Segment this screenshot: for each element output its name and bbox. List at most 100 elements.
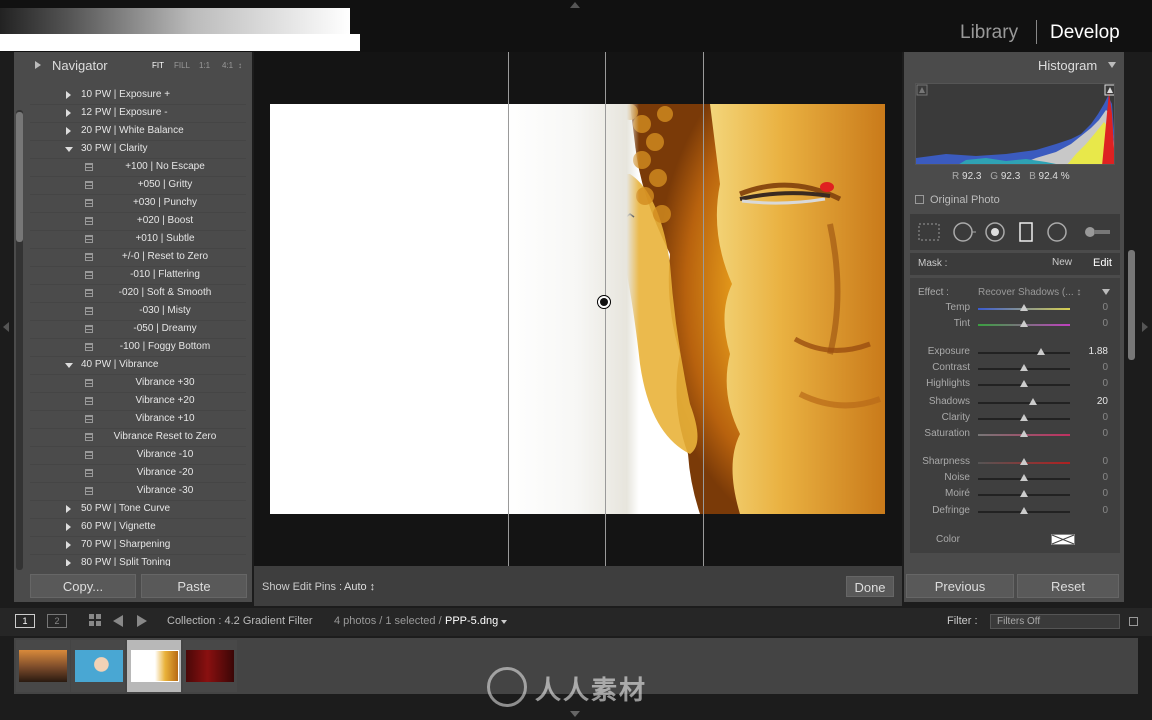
histogram-title[interactable]: Histogram	[1038, 58, 1097, 73]
previous-button[interactable]: Previous	[906, 574, 1014, 598]
top-panel-toggle-arrow[interactable]	[570, 2, 580, 8]
bottom-panel-toggle-arrow[interactable]	[570, 711, 580, 717]
preset-folder[interactable]: 12 PW | Exposure -	[30, 104, 246, 123]
folder-collapsed-icon[interactable]	[66, 559, 71, 566]
preset-item[interactable]: -020 | Soft & Smooth	[30, 284, 246, 303]
thumbnail-sunset[interactable]	[19, 650, 67, 682]
preset-folder[interactable]: 60 PW | Vignette	[30, 518, 246, 537]
next-photo-icon[interactable]	[137, 615, 147, 627]
slider-track[interactable]	[978, 402, 1070, 404]
folder-expanded-icon[interactable]	[65, 147, 73, 152]
thumbnail-red-scene[interactable]	[186, 650, 234, 682]
preset-item[interactable]: +/-0 | Reset to Zero	[30, 248, 246, 267]
thumbnail-buddha[interactable]	[131, 650, 179, 682]
navigator-title[interactable]: Navigator	[52, 58, 108, 73]
preset-folder[interactable]: 80 PW | Split Toning	[30, 554, 246, 566]
preset-folder[interactable]: 50 PW | Tone Curve	[30, 500, 246, 519]
slider-value[interactable]: 0	[1078, 488, 1108, 499]
previous-photo-icon[interactable]	[113, 615, 123, 627]
histogram-graph[interactable]	[915, 83, 1115, 165]
folder-collapsed-icon[interactable]	[66, 523, 71, 531]
folder-collapsed-icon[interactable]	[66, 541, 71, 549]
preset-item[interactable]: +020 | Boost	[30, 212, 246, 231]
preset-item[interactable]: -030 | Misty	[30, 302, 246, 321]
filter-select[interactable]: Filters Off	[990, 614, 1120, 629]
right-panel-scrollbar[interactable]	[1128, 250, 1135, 360]
slider-thumb[interactable]	[1020, 458, 1028, 465]
preset-folder[interactable]: 30 PW | Clarity	[30, 140, 246, 159]
preset-item[interactable]: -010 | Flattering	[30, 266, 246, 285]
preset-folder[interactable]: 20 PW | White Balance	[30, 122, 246, 141]
folder-collapsed-icon[interactable]	[66, 91, 71, 99]
slider-thumb[interactable]	[1020, 490, 1028, 497]
zoom-more-icon[interactable]: ↕	[238, 61, 242, 70]
zoom-fit[interactable]: FIT	[152, 61, 164, 70]
page-2-button[interactable]: 2	[47, 614, 67, 628]
right-panel-toggle-arrow[interactable]	[1142, 322, 1148, 332]
preset-item[interactable]: +030 | Punchy	[30, 194, 246, 213]
histogram-collapse-icon[interactable]	[1108, 62, 1116, 68]
slider-value[interactable]: 0	[1078, 362, 1108, 373]
slider-value[interactable]: 0	[1078, 412, 1108, 423]
module-develop[interactable]: Develop	[1050, 22, 1120, 44]
filter-lock-icon[interactable]	[1129, 617, 1138, 626]
folder-expanded-icon[interactable]	[65, 363, 73, 368]
slider-thumb[interactable]	[1029, 398, 1038, 405]
preset-item[interactable]: Vibrance -10	[30, 446, 246, 465]
slider-thumb[interactable]	[1020, 364, 1028, 371]
preset-item[interactable]: Vibrance -30	[30, 482, 246, 501]
mask-new-button[interactable]: New	[1052, 257, 1072, 268]
left-panel-scrollbar-thumb[interactable]	[16, 112, 23, 242]
module-library[interactable]: Library	[960, 22, 1018, 44]
slider-value[interactable]: 0	[1078, 472, 1108, 483]
preset-item[interactable]: Vibrance -20	[30, 464, 246, 483]
filename-dropdown-icon[interactable]	[501, 620, 507, 624]
slider-thumb[interactable]	[1020, 474, 1028, 481]
filename-label[interactable]: PPP-5.dng	[445, 615, 498, 627]
slider-thumb[interactable]	[1020, 380, 1028, 387]
slider-value[interactable]: 0	[1078, 302, 1108, 313]
preset-folder[interactable]: 10 PW | Exposure +	[30, 86, 246, 105]
preset-item[interactable]: +050 | Gritty	[30, 176, 246, 195]
slider-value[interactable]: 0	[1078, 318, 1108, 329]
folder-collapsed-icon[interactable]	[66, 127, 71, 135]
grid-view-icon[interactable]	[89, 614, 103, 628]
reset-button[interactable]: Reset	[1017, 574, 1119, 598]
slider-thumb[interactable]	[1020, 304, 1028, 311]
preset-item[interactable]: -050 | Dreamy	[30, 320, 246, 339]
collection-label[interactable]: Collection : 4.2 Gradient Filter	[167, 615, 313, 627]
navigator-expand-icon[interactable]	[35, 61, 41, 69]
slider-value[interactable]: 20	[1078, 396, 1108, 407]
slider-thumb[interactable]	[1020, 430, 1028, 437]
slider-track[interactable]	[978, 352, 1070, 354]
page-1-button[interactable]: 1	[15, 614, 35, 628]
folder-collapsed-icon[interactable]	[66, 505, 71, 513]
preset-folder[interactable]: 70 PW | Sharpening	[30, 536, 246, 555]
color-swatch[interactable]	[1051, 534, 1075, 545]
gradient-guide-line-left[interactable]	[508, 52, 509, 566]
effect-preset-select[interactable]: Recover Shadows (... ↕	[978, 287, 1081, 298]
paste-button[interactable]: Paste	[141, 574, 247, 598]
zoom-4-1[interactable]: 4:1	[222, 61, 233, 70]
slider-thumb[interactable]	[1037, 348, 1046, 355]
preset-item[interactable]: +100 | No Escape	[30, 158, 246, 177]
preset-folder[interactable]: 40 PW | Vibrance	[30, 356, 246, 375]
photo-preview[interactable]	[270, 104, 885, 514]
slider-thumb[interactable]	[1020, 507, 1028, 514]
effect-collapse-icon[interactable]	[1102, 289, 1110, 295]
zoom-1-1[interactable]: 1:1	[199, 61, 210, 70]
preset-item[interactable]: -100 | Foggy Bottom	[30, 338, 246, 357]
gradient-guide-line-center[interactable]	[605, 52, 606, 566]
preset-item[interactable]: Vibrance +30	[30, 374, 246, 393]
preset-item[interactable]: Vibrance Reset to Zero	[30, 428, 246, 447]
slider-thumb[interactable]	[1020, 320, 1028, 327]
mask-edit-button[interactable]: Edit	[1093, 257, 1112, 269]
done-button[interactable]: Done	[846, 576, 894, 597]
thumbnail-portrait[interactable]	[75, 650, 123, 682]
left-panel-toggle-arrow[interactable]	[3, 322, 9, 332]
preset-item[interactable]: Vibrance +20	[30, 392, 246, 411]
show-edit-pins-select[interactable]: Auto ↕	[344, 581, 375, 593]
original-photo-label[interactable]: Original Photo	[930, 194, 1000, 206]
slider-value[interactable]: 1.88	[1078, 346, 1108, 357]
original-photo-checkbox[interactable]	[915, 195, 924, 204]
